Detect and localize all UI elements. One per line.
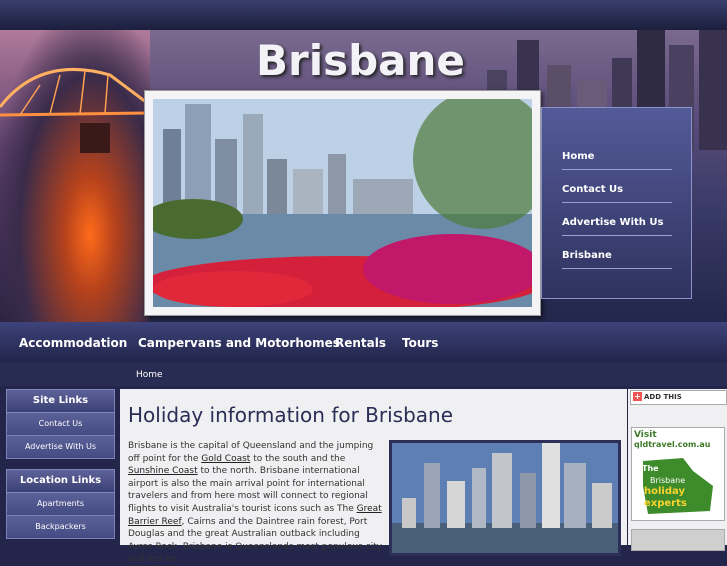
page-heading: Holiday information for Brisbane [128,403,454,427]
gold-coast-link[interactable]: Gold Coast [201,454,250,464]
hero-photo-frame [144,90,541,316]
ad-line-2: Brisbane [650,476,686,485]
site-title: Brisbane [256,36,465,85]
nav-rentals[interactable]: Rentals [335,336,386,350]
left-sidebar: Site Links Contact Us Advertise With Us … [6,389,115,539]
addthis-button[interactable]: + ADD THIS [630,390,727,405]
nav-campervans[interactable]: Campervans and Motorhomes [138,336,340,350]
location-link-apartments[interactable]: Apartments [6,493,115,516]
side-menu-home[interactable]: Home [562,151,672,170]
main-content: Holiday information for Brisbane Brisban… [120,389,627,564]
nav-tours[interactable]: Tours [402,336,438,350]
right-sidebar: + ADD THIS Visit qldtravel.com.au The Bri… [628,389,727,551]
ad-line-1: The [642,464,659,473]
ad-url-text: qldtravel.com.au [634,440,711,449]
hero-banner: Brisbane Home Contact Us Advertise With … [0,30,727,322]
bridge-graphic [0,68,150,153]
ad-visit-text: Visit [634,430,657,440]
side-menu-contact-us[interactable]: Contact Us [562,184,672,203]
intro-text-2: to the south and the [250,453,346,464]
ad-line-3: holiday [644,486,685,497]
nav-accommodation[interactable]: Accommodation [19,336,127,350]
side-menu: Home Contact Us Advertise With Us Brisba… [541,107,692,299]
plus-icon: + [633,392,642,401]
brisbane-city-photo [389,440,621,556]
side-menu-advertise-with-us[interactable]: Advertise With Us [562,217,672,236]
second-ad-banner[interactable] [631,529,725,551]
addthis-label: ADD THIS [644,393,682,401]
breadcrumb-bar: Home [0,362,727,386]
ad-line-4: experts [644,498,687,509]
site-links-title: Site Links [6,389,115,413]
site-link-advertise[interactable]: Advertise With Us [6,436,115,459]
site-link-contact-us[interactable]: Contact Us [6,413,115,436]
brisbane-river-photo [153,99,532,307]
top-bar [0,0,727,30]
sunshine-coast-link[interactable]: Sunshine Coast [128,466,198,476]
location-link-backpackers[interactable]: Backpackers [6,516,115,539]
side-menu-brisbane[interactable]: Brisbane [562,250,672,269]
main-nav: Accommodation Campervans and Motorhomes … [0,322,727,362]
intro-paragraph: Brisbane is the capital of Queensland an… [128,440,383,566]
breadcrumb-home[interactable]: Home [136,370,163,380]
location-links-title: Location Links [6,469,115,493]
qld-travel-ad[interactable]: Visit qldtravel.com.au The Brisbane holi… [631,427,725,521]
